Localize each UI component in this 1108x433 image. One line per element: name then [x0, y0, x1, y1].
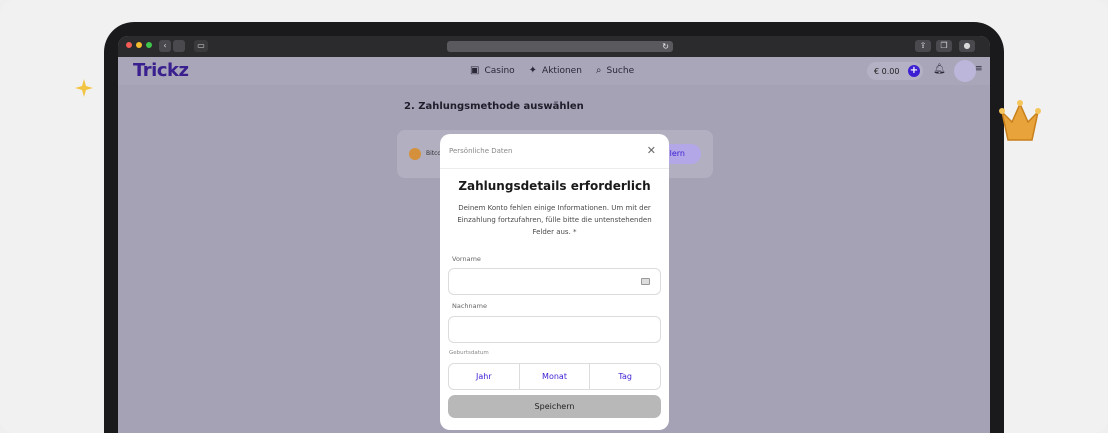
- reload-icon[interactable]: ↻: [662, 41, 669, 52]
- maximize-window-button[interactable]: [146, 42, 152, 48]
- modal-title: Zahlungsdetails erforderlich: [458, 179, 651, 193]
- crown-decoration-icon: [999, 100, 1041, 141]
- main-nav: ▣ Casino ✦ Aktionen ⌕ Suche: [470, 65, 634, 76]
- payment-method-name: Bitco: [426, 150, 442, 157]
- close-window-button[interactable]: [126, 42, 132, 48]
- sparkle-decoration-icon: [75, 79, 93, 97]
- year-select[interactable]: Jahr: [449, 364, 519, 389]
- bitcoin-icon: [409, 148, 421, 160]
- window-controls: [126, 42, 152, 48]
- nav-label-suche: Suche: [606, 65, 635, 76]
- outer-card: ‹ ▭ ↻ ⇪ ❐ ● Trickz ▣ Casino ✦ Aktionen ⌕…: [0, 0, 1108, 433]
- sidebar-toggle-button[interactable]: ▭: [194, 40, 208, 52]
- modal-header: Persönliche Daten ✕: [440, 134, 669, 169]
- last-name-label: Nachname: [452, 302, 487, 310]
- browser-toolbar: ‹ ▭ ↻ ⇪ ❐ ●: [118, 36, 990, 57]
- deposit-plus-button[interactable]: +: [908, 65, 920, 77]
- casino-icon: ▣: [470, 65, 480, 76]
- id-card-icon: [641, 278, 650, 285]
- site-header: Trickz ▣ Casino ✦ Aktionen ⌕ Suche € 0.0…: [118, 57, 990, 85]
- sparkle-icon: ✦: [528, 65, 538, 76]
- nav-item-casino[interactable]: ▣ Casino: [470, 65, 515, 76]
- nav-label-casino: Casino: [484, 65, 515, 76]
- address-bar[interactable]: ↻: [447, 41, 673, 52]
- day-select[interactable]: Tag: [589, 364, 660, 389]
- birthdate-label: Geburtsdatum: [449, 350, 489, 356]
- minimize-window-button[interactable]: [136, 42, 142, 48]
- site-logo[interactable]: Trickz: [133, 60, 189, 81]
- search-icon: ⌕: [595, 65, 602, 76]
- payment-details-modal: Persönliche Daten ✕ Zahlungsdetails erfo…: [440, 134, 669, 430]
- balance-display[interactable]: € 0.00 +: [867, 62, 923, 80]
- nav-item-aktionen[interactable]: ✦ Aktionen: [529, 65, 582, 76]
- modal-header-title: Persönliche Daten: [449, 147, 513, 155]
- first-name-input[interactable]: [448, 268, 661, 295]
- birthdate-picker: Jahr Monat Tag: [448, 363, 661, 390]
- step-title: 2. Zahlungsmethode auswählen: [404, 101, 584, 112]
- bell-icon[interactable]: 🔔︎: [933, 64, 946, 75]
- back-button[interactable]: ‹: [159, 40, 171, 52]
- last-name-input[interactable]: [448, 316, 661, 343]
- month-select[interactable]: Monat: [518, 364, 590, 389]
- first-name-label: Vorname: [452, 255, 481, 263]
- download-button[interactable]: ●: [959, 40, 975, 52]
- menu-icon[interactable]: ≡: [975, 64, 983, 74]
- save-button[interactable]: Speichern: [448, 395, 661, 418]
- tabs-button[interactable]: ❐: [936, 40, 952, 52]
- browser-screen: ‹ ▭ ↻ ⇪ ❐ ● Trickz ▣ Casino ✦ Aktionen ⌕…: [118, 36, 990, 433]
- share-button[interactable]: ⇪: [915, 40, 931, 52]
- balance-amount: € 0.00: [874, 66, 900, 76]
- avatar[interactable]: [954, 60, 976, 82]
- forward-button[interactable]: [173, 40, 185, 52]
- nav-item-suche[interactable]: ⌕ Suche: [596, 65, 634, 76]
- nav-label-aktionen: Aktionen: [542, 65, 582, 76]
- close-icon[interactable]: ✕: [647, 144, 656, 157]
- modal-description: Deinem Konto fehlen einige Informationen…: [457, 204, 652, 236]
